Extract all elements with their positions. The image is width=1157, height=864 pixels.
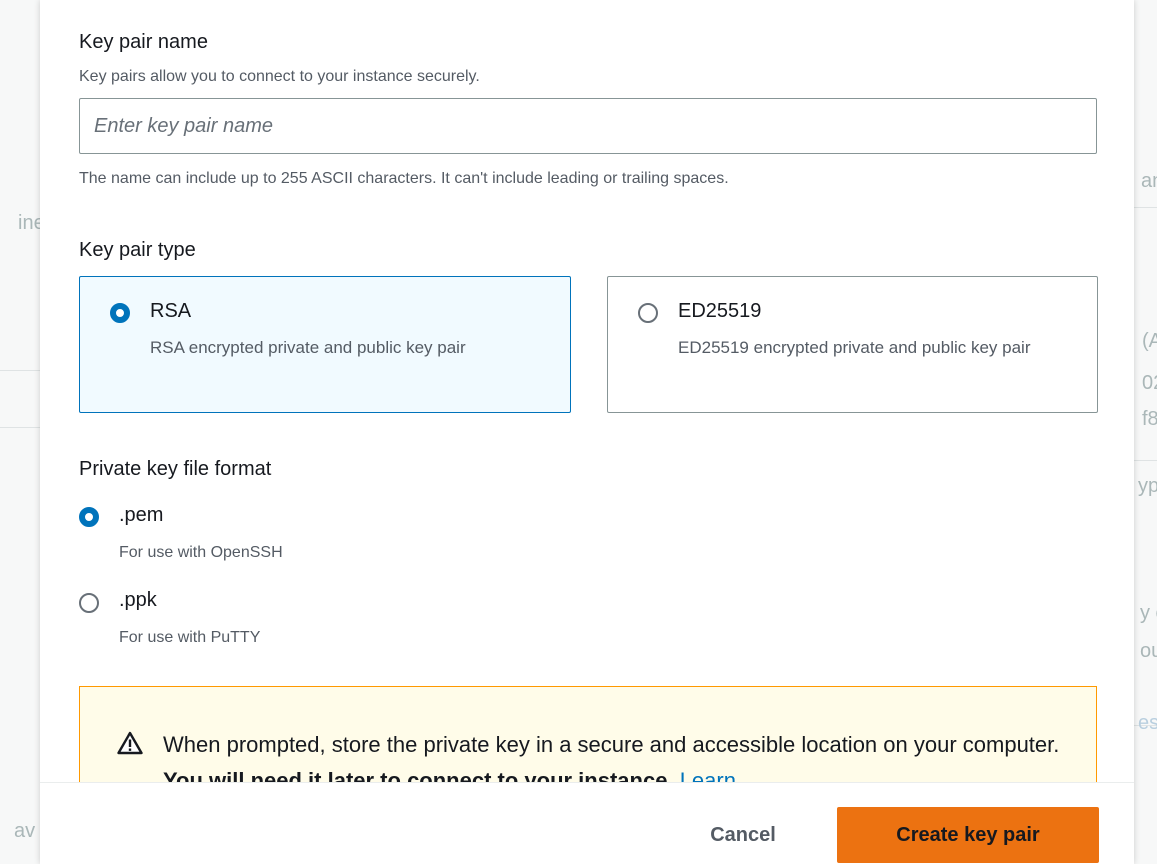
key-pair-name-label: Key pair name xyxy=(79,31,208,53)
pem-description: For use with OpenSSH xyxy=(119,544,283,561)
create-key-pair-button[interactable]: Create key pair xyxy=(837,807,1099,863)
key-pair-name-constraint: The name can include up to 255 ASCII cha… xyxy=(79,170,729,187)
ed25519-title: ED25519 xyxy=(678,300,762,322)
key-pair-type-label: Key pair type xyxy=(79,239,196,261)
background-divider xyxy=(0,427,40,428)
warning-icon xyxy=(117,731,143,755)
warning-text: When prompted, store the private key in … xyxy=(163,732,1060,757)
background-text: (A xyxy=(1142,330,1157,352)
ppk-description: For use with PuTTY xyxy=(119,629,261,646)
key-type-option-ed25519[interactable]: ED25519 ED25519 encrypted private and pu… xyxy=(607,276,1098,413)
background-text: f8 xyxy=(1142,408,1157,430)
ed25519-description: ED25519 encrypted private and public key… xyxy=(678,338,1031,357)
ed25519-radio[interactable] xyxy=(638,303,658,323)
background-text: y c xyxy=(1140,602,1157,624)
ppk-title: .ppk xyxy=(119,589,157,611)
background-divider xyxy=(1134,207,1157,208)
background-link-text: es xyxy=(1138,712,1157,734)
background-text: ou xyxy=(1140,640,1157,662)
key-type-option-rsa[interactable]: RSA RSA encrypted private and public key… xyxy=(79,276,571,413)
background-text: an xyxy=(1141,170,1157,192)
cancel-button[interactable]: Cancel xyxy=(683,807,803,863)
pem-title: .pem xyxy=(119,504,164,526)
modal-footer: Cancel Create key pair xyxy=(40,782,1134,864)
background-text: av xyxy=(14,820,36,842)
background-divider xyxy=(1134,460,1157,461)
file-format-label: Private key file format xyxy=(79,458,272,480)
rsa-title: RSA xyxy=(150,300,192,322)
create-key-pair-modal: Key pair name Key pairs allow you to con… xyxy=(40,0,1134,864)
background-text: ype xyxy=(1138,475,1157,497)
background-divider xyxy=(0,370,40,371)
rsa-radio[interactable] xyxy=(110,303,130,323)
pem-radio[interactable] xyxy=(79,507,99,527)
background-text: 02 xyxy=(1142,372,1157,394)
key-pair-name-input[interactable] xyxy=(79,98,1097,154)
key-pair-name-description: Key pairs allow you to connect to your i… xyxy=(79,68,480,85)
rsa-description: RSA encrypted private and public key pai… xyxy=(150,338,466,357)
ppk-radio[interactable] xyxy=(79,593,99,613)
background-left-column xyxy=(0,0,40,864)
